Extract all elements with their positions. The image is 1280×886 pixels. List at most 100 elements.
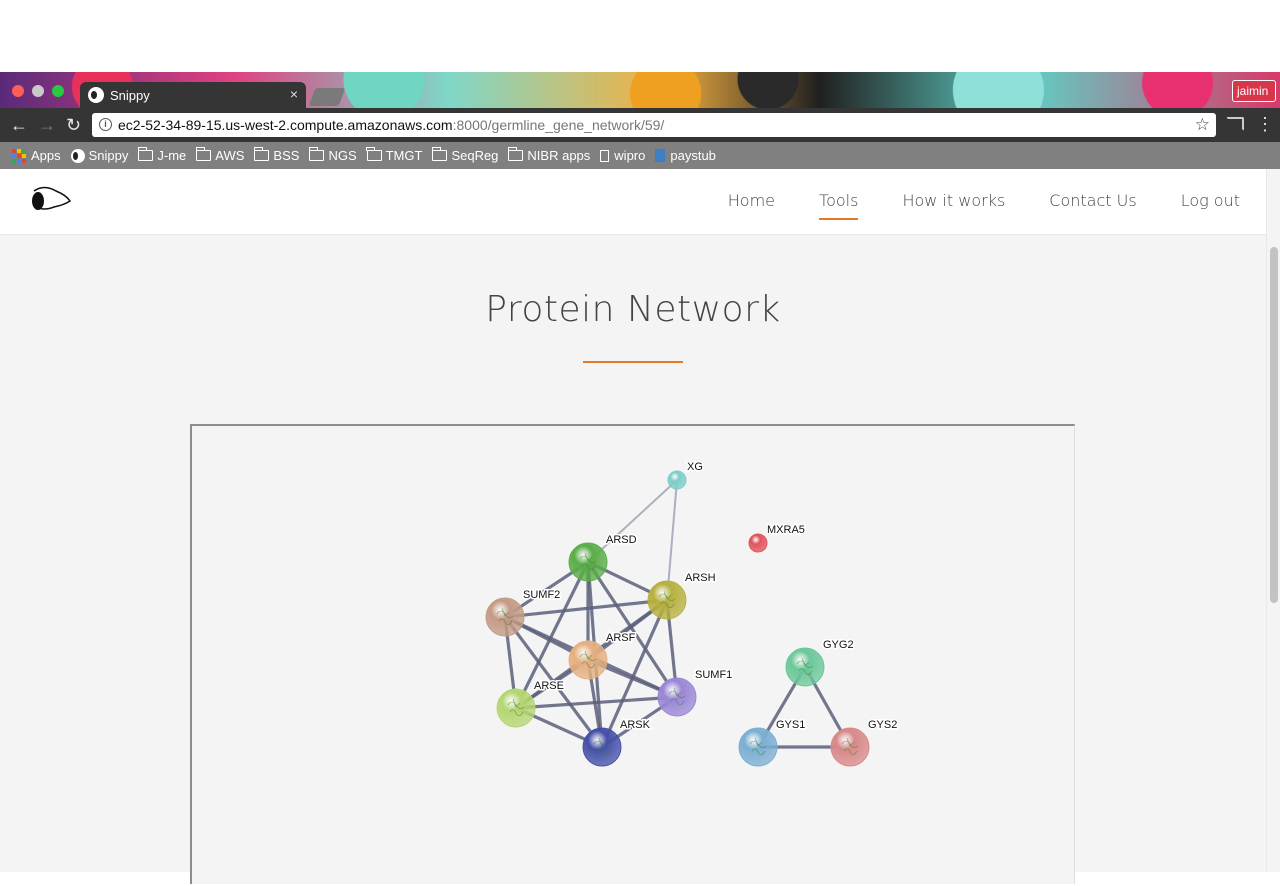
node-label: ARSK (620, 719, 651, 731)
bookmark-snippy[interactable]: Snippy (70, 148, 129, 163)
main-nav: Home Tools How it works Contact Us Log o… (684, 191, 1240, 220)
url-path: :8000/germline_gene_network/59/ (452, 117, 665, 133)
bookmark-folder-ngs[interactable]: NGS (308, 147, 357, 163)
nav-how-it-works[interactable]: How it works (902, 191, 1005, 220)
node-label: GYS2 (868, 719, 897, 731)
nav-tools[interactable]: Tools (819, 191, 859, 220)
node-label: GYG2 (823, 639, 854, 651)
node-sphere[interactable] (785, 647, 825, 687)
reload-icon[interactable]: ↻ (66, 115, 81, 135)
bookmark-label: NIBR apps (527, 148, 591, 163)
bookmark-apps[interactable]: Apps (12, 148, 61, 163)
browser-toolbar: ← → ↻ i ec2-52-34-89-15.us-west-2.comput… (0, 108, 1280, 142)
bookmark-label: TMGT (385, 148, 423, 163)
profile-button[interactable]: jaimin (1232, 80, 1276, 102)
browser-menu-icon[interactable]: ⋮ (1256, 114, 1274, 134)
page-viewport: Home Tools How it works Contact Us Log o… (0, 169, 1280, 884)
network-node-arsk[interactable]: ARSK (582, 718, 652, 767)
bookmark-label: Snippy (88, 148, 129, 163)
folder-icon (431, 147, 448, 161)
network-node-sumf1[interactable]: SUMF1 (657, 668, 734, 717)
tab-title: Snippy (110, 87, 150, 103)
protein-network-graph[interactable]: XG MXRA5 ARSD ARSH SUMF2 ARSF SUMF1 ARSE ARSK GYG… (192, 426, 1075, 886)
node-sphere[interactable] (496, 688, 536, 728)
node-sphere[interactable] (568, 640, 608, 680)
forward-arrow-icon[interactable]: → (38, 115, 56, 135)
snippy-logo-icon (70, 148, 85, 163)
bookmark-folder-bss[interactable]: BSS (253, 147, 299, 163)
bookmark-star-icon[interactable]: ☆ (1195, 115, 1210, 135)
node-label: ARSE (534, 680, 564, 692)
vertical-scrollbar[interactable] (1266, 169, 1280, 872)
network-node-arsh[interactable]: ARSH (647, 571, 717, 620)
node-sphere[interactable] (667, 470, 687, 490)
bookmark-label: paystub (670, 148, 716, 163)
node-sphere[interactable] (830, 727, 870, 767)
network-node-xg[interactable]: XG (667, 460, 704, 490)
network-node-arse[interactable]: ARSE (496, 679, 565, 728)
folder-icon (195, 147, 212, 161)
folder-icon (308, 147, 325, 161)
page-title: Protein Network (485, 289, 781, 330)
bookmark-label: wipro (614, 148, 646, 163)
maximize-window-button[interactable] (52, 85, 64, 97)
apps-grid-icon (12, 148, 26, 163)
back-arrow-icon[interactable]: ← (10, 115, 28, 135)
address-bar[interactable]: i ec2-52-34-89-15.us-west-2.compute.amaz… (92, 113, 1216, 137)
network-node-arsd[interactable]: ARSD (568, 533, 638, 582)
new-tab-button[interactable] (308, 88, 346, 106)
browser-tab-snippy[interactable]: Snippy × (80, 82, 306, 108)
bookmark-folder-tmgt[interactable]: TMGT (366, 147, 423, 163)
network-node-gyg2[interactable]: GYG2 (785, 638, 855, 687)
node-label: ARSD (606, 534, 637, 546)
close-window-button[interactable] (12, 85, 24, 97)
bookmark-folder-j-me[interactable]: J-me (137, 147, 186, 163)
node-label: XG (687, 461, 703, 473)
folder-icon (253, 147, 270, 161)
tab-close-icon[interactable]: × (290, 86, 298, 102)
cast-icon[interactable] (1226, 117, 1244, 131)
bookmark-folder-aws[interactable]: AWS (195, 147, 245, 163)
paystub-icon (655, 149, 666, 162)
screen-top-blank (0, 0, 1280, 72)
bookmark-folder-seqreg[interactable]: SeqReg (431, 147, 499, 163)
snippy-favicon-icon (88, 87, 104, 103)
bookmark-wipro[interactable]: wipro (600, 148, 645, 163)
nav-home[interactable]: Home (728, 191, 775, 220)
bookmark-paystub[interactable]: paystub (655, 148, 716, 163)
network-node-gys2[interactable]: GYS2 (830, 718, 899, 767)
bookmark-folder-nibr-apps[interactable]: NIBR apps (507, 147, 591, 163)
node-label: GYS1 (776, 719, 805, 731)
browser-chrome: Snippy × jaimin ← → ↻ i ec2-52-34-89-15.… (0, 72, 1280, 169)
page-icon (600, 149, 610, 162)
node-label: SUMF2 (523, 589, 560, 601)
node-label: ARSF (606, 632, 636, 644)
node-sphere[interactable] (738, 727, 778, 767)
node-sphere[interactable] (647, 580, 687, 620)
bookmark-label: NGS (328, 148, 357, 163)
node-sphere[interactable] (748, 533, 768, 553)
url-host: ec2-52-34-89-15.us-west-2.compute.amazon… (118, 117, 453, 133)
node-label: SUMF1 (695, 669, 732, 681)
folder-icon (366, 147, 382, 161)
folder-icon (507, 147, 524, 161)
bookmark-label: Apps (31, 148, 61, 163)
node-sphere[interactable] (485, 597, 525, 637)
node-label: ARSH (685, 572, 716, 584)
node-sphere[interactable] (568, 542, 608, 582)
network-node-gys1[interactable]: GYS1 (738, 718, 807, 767)
network-node-mxra5[interactable]: MXRA5 (748, 523, 806, 553)
site-header: Home Tools How it works Contact Us Log o… (0, 169, 1266, 235)
node-sphere[interactable] (582, 727, 622, 767)
snippy-logo-icon[interactable] (28, 183, 72, 217)
bookmark-label: SeqReg (451, 148, 499, 163)
scrollbar-thumb[interactable] (1270, 247, 1278, 603)
bookmark-label: AWS (215, 148, 245, 163)
minimize-window-button[interactable] (32, 85, 44, 97)
node-label: MXRA5 (767, 524, 805, 536)
nav-log-out[interactable]: Log out (1181, 191, 1240, 220)
tab-strip: Snippy × jaimin (0, 72, 1280, 108)
node-sphere[interactable] (657, 677, 697, 717)
site-info-icon[interactable]: i (99, 118, 112, 131)
nav-contact-us[interactable]: Contact Us (1049, 191, 1136, 220)
